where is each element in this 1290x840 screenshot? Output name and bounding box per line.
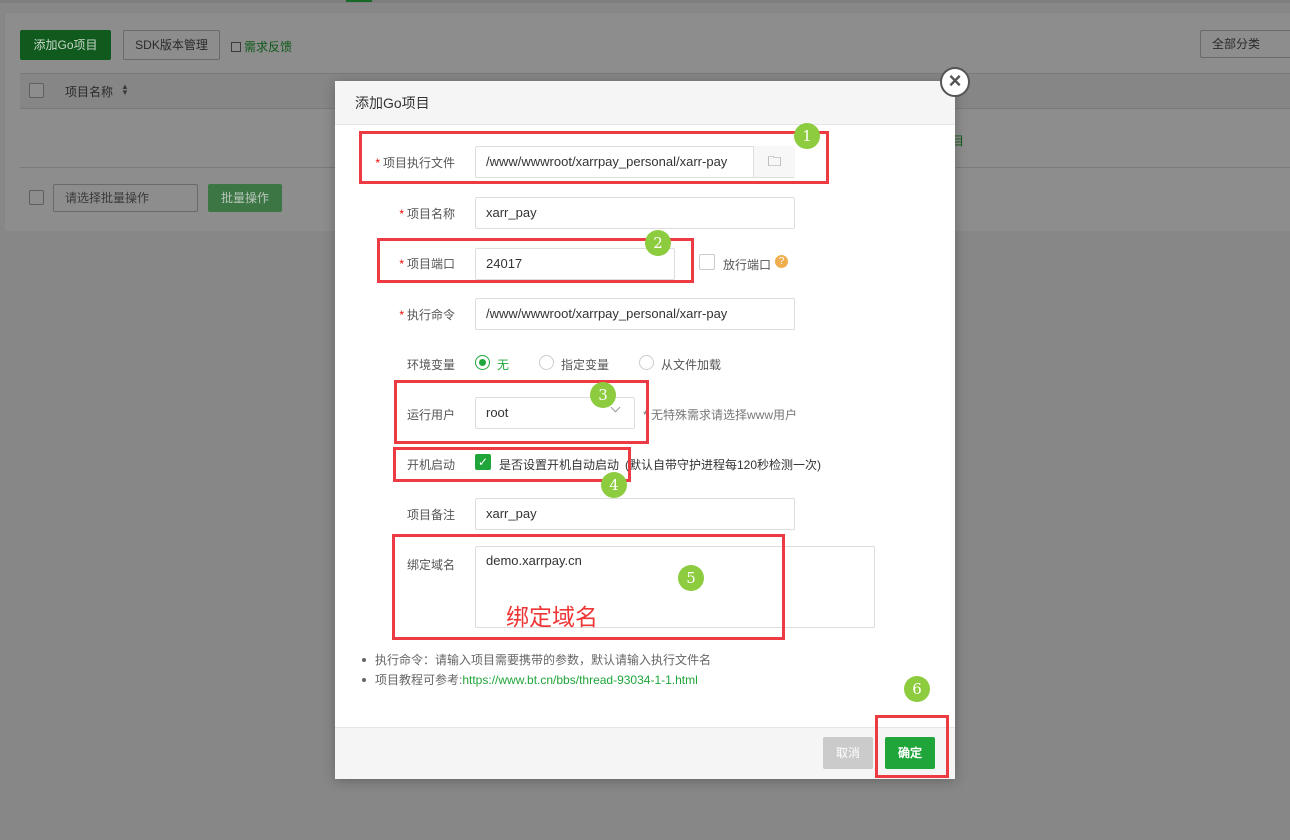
env-radio-none[interactable]	[475, 355, 490, 370]
allow-port-label: 放行端口	[723, 258, 772, 272]
tips-list: 执行命令：请输入项目需要携带的参数，默认请输入执行文件名 项目教程可参考:htt…	[360, 650, 711, 690]
tip-prefix: 项目教程可参考:	[375, 673, 463, 687]
annotation-badge-1: 1	[794, 123, 820, 149]
tip-item: 执行命令：请输入项目需要携带的参数，默认请输入执行文件名	[360, 650, 711, 670]
annotation-badge-2: 2	[645, 230, 671, 256]
annotation-domain-text: 绑定域名	[506, 604, 598, 630]
feedback-link[interactable]: 需求反馈	[231, 38, 292, 55]
project-name-input[interactable]: xarr_pay	[475, 197, 795, 229]
env-option-file: 从文件加载	[661, 358, 722, 372]
feedback-icon	[231, 42, 241, 52]
category-select[interactable]: 全部分类	[1200, 30, 1290, 58]
remark-label: 项目备注	[406, 508, 455, 522]
project-name-label: * 项目名称	[399, 207, 455, 221]
close-icon[interactable]: ×	[940, 67, 970, 97]
annotation-badge-4: 4	[601, 472, 627, 498]
env-radio-specify[interactable]	[539, 355, 554, 370]
sort-icon[interactable]: ▲ ▼	[121, 83, 129, 97]
top-strip	[0, 0, 1290, 3]
env-option-specify: 指定变量	[561, 358, 610, 372]
env-radio-file[interactable]	[639, 355, 654, 370]
select-all-checkbox[interactable]	[29, 83, 44, 98]
add-go-project-button[interactable]: 添加Go项目	[20, 30, 111, 60]
annotation-badge-3: 3	[590, 382, 616, 408]
env-option-none: 无	[497, 358, 510, 372]
active-tab-marker	[346, 0, 372, 2]
tip-item: 项目教程可参考:https://www.bt.cn/bbs/thread-930…	[360, 670, 711, 690]
run-user-hint: * 无特殊需求请选择www用户	[643, 408, 798, 422]
sdk-version-button[interactable]: SDK版本管理	[123, 30, 220, 60]
dialog-title: 添加Go项目	[335, 81, 955, 125]
batch-select[interactable]: 请选择批量操作	[53, 184, 198, 212]
help-icon[interactable]: ?	[775, 255, 788, 268]
table-header-name[interactable]: 项目名称	[65, 83, 113, 100]
batch-checkbox[interactable]	[29, 190, 44, 205]
tutorial-link[interactable]: https://www.bt.cn/bbs/thread-93034-1-1.h…	[462, 673, 697, 687]
annotation-badge-6: 6	[904, 676, 930, 702]
annotation-box-1	[359, 131, 829, 184]
annotation-box-6	[875, 715, 949, 778]
exec-cmd-input[interactable]: /www/wwwroot/xarrpay_personal/xarr-pay	[475, 298, 795, 330]
env-label: 环境变量	[406, 358, 455, 372]
autostart-note: (默认自带守护进程每120秒检测一次)	[625, 458, 822, 472]
allow-port-checkbox[interactable]	[699, 254, 715, 270]
annotation-badge-5: 5	[678, 565, 704, 591]
feedback-label: 需求反馈	[244, 40, 293, 54]
batch-button[interactable]: 批量操作	[208, 184, 282, 212]
exec-cmd-label: * 执行命令	[399, 308, 455, 322]
cancel-button[interactable]: 取消	[823, 737, 873, 769]
remark-input[interactable]: xarr_pay	[475, 498, 795, 530]
annotation-box-4	[393, 447, 631, 482]
